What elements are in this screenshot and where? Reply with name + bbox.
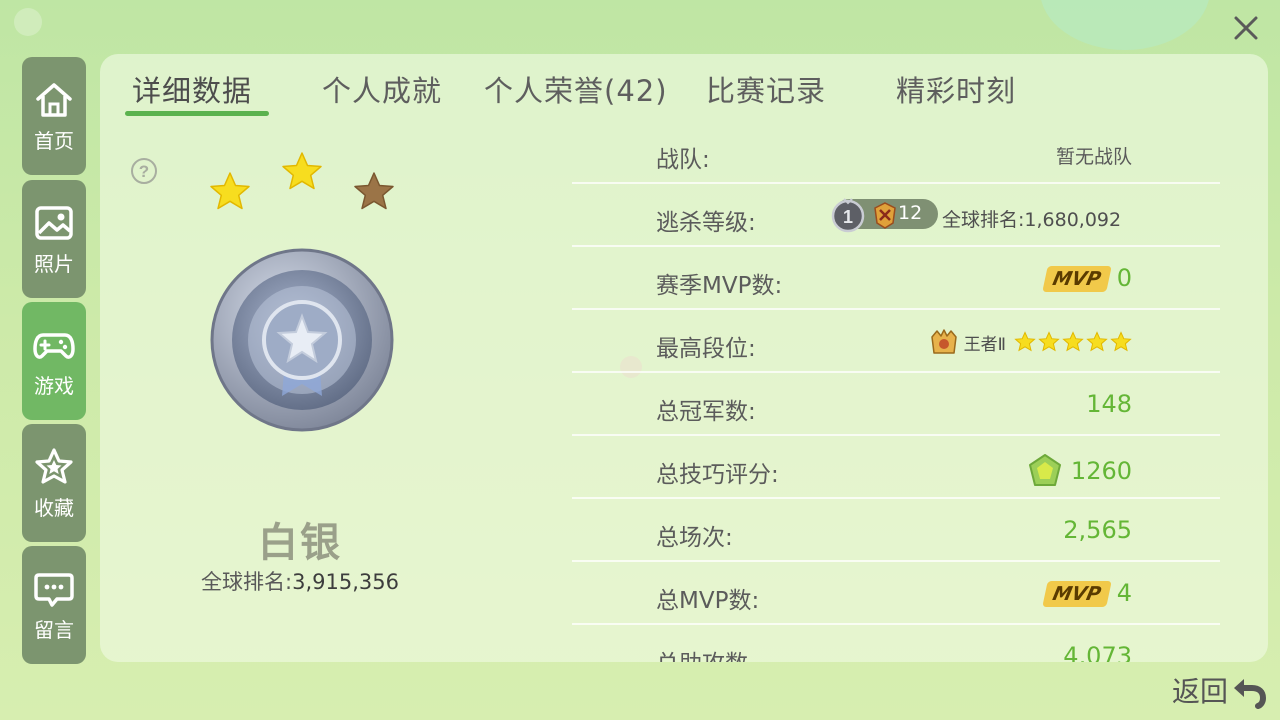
tab-honors[interactable]: 个人荣誉(42) (484, 68, 668, 110)
rank-global-position: 全球排名:3,915,356 (160, 566, 440, 596)
stat-label: 战队: (656, 147, 710, 173)
stat-label: 总场次: (656, 525, 733, 551)
row-divider (572, 497, 1220, 499)
tab-highlights[interactable]: 精彩时刻 (896, 68, 1016, 110)
king-rank-emblem-icon (930, 329, 957, 354)
stat-label: 总助攻数 (656, 644, 748, 662)
rank-mini-star-icon (1086, 331, 1108, 352)
mvp-badge: MVP (1042, 266, 1112, 292)
stat-label: 总冠军数: (656, 399, 756, 425)
silver-rank-medal-icon (210, 248, 394, 432)
stat-label: 逃杀等级: (656, 210, 756, 236)
rank-star-empty-icon (354, 172, 394, 210)
level-medal-number: 1 (843, 207, 853, 227)
skill-gem-icon (1028, 454, 1061, 486)
nav-item-favorites[interactable]: 收藏 (22, 424, 86, 542)
row-divider (572, 434, 1220, 436)
active-tab-indicator (125, 111, 269, 116)
message-icon (34, 572, 74, 607)
stat-value-wrap: MVP 0 (1042, 264, 1132, 292)
tab-bar: 详细数据 个人成就 个人荣誉(42) 比赛记录 精彩时刻 (100, 54, 1268, 116)
stat-row-championships: 总冠军数: 148 (572, 374, 1220, 436)
stat-row-season-mvp: 赛季MVP数: MVP 0 (572, 248, 1220, 310)
stat-label: 最高段位: (656, 336, 756, 362)
close-button[interactable] (1226, 8, 1266, 48)
help-icon[interactable]: ? (130, 157, 158, 185)
decor-blob (1040, 0, 1210, 50)
stat-row-highest-rank: 最高段位: 王者Ⅱ (572, 311, 1220, 373)
home-icon (36, 82, 72, 117)
decor-blob (14, 8, 42, 36)
rank-mini-star-icon (1038, 331, 1060, 352)
nav-item-games[interactable]: 游戏 (22, 302, 86, 420)
row-divider (572, 371, 1220, 373)
rank-mini-star-icon (1014, 331, 1036, 352)
stat-value-wrap: 1260 (1027, 453, 1132, 489)
rank-global-value: 3,915,356 (292, 570, 399, 594)
profile-panel: 详细数据 个人成就 个人荣誉(42) 比赛记录 精彩时刻 ? 白银 全球排名:3… (100, 54, 1268, 662)
mvp-badge: MVP (1042, 581, 1112, 607)
svg-text:?: ? (139, 162, 149, 181)
stat-label: 总MVP数: (656, 588, 760, 614)
nav-label: 照片 (34, 251, 74, 276)
escape-level-global-rank: 全球排名:1,680,092 (942, 205, 1121, 232)
row-divider (572, 182, 1220, 184)
stat-row-skill-score: 总技巧评分: 1260 (572, 437, 1220, 499)
tab-achievements[interactable]: 个人成就 (322, 68, 442, 110)
nav-item-photos[interactable]: 照片 (22, 180, 86, 298)
nav-item-home[interactable]: 首页 (22, 57, 86, 175)
row-divider (572, 308, 1220, 310)
stat-row-total-mvp: 总MVP数: MVP 4 (572, 563, 1220, 625)
stat-row-assists: 总助攻数 4,073 (572, 626, 1220, 662)
nav-item-messages[interactable]: 留言 (22, 546, 86, 664)
level-badge: 1 12 (831, 198, 938, 233)
stats-list: 战队: 暂无战队 逃杀等级: 1 12 全球排名:1,680,092 赛季MVP… (572, 122, 1220, 662)
close-icon (1234, 16, 1258, 40)
nav-label: 收藏 (34, 495, 74, 520)
stat-value: 4 (1116, 579, 1132, 607)
rank-mini-star-icon (1062, 331, 1084, 352)
row-divider (572, 623, 1220, 625)
stat-value: 148 (1086, 390, 1132, 418)
highest-rank-display: 王者Ⅱ (928, 327, 1132, 357)
gamepad-icon (33, 332, 75, 359)
back-button[interactable]: 返回 (1172, 670, 1268, 710)
stat-value: 4,073 (1063, 642, 1132, 662)
row-divider (572, 245, 1220, 247)
stat-label: 赛季MVP数: (656, 273, 783, 299)
nav-label: 留言 (34, 617, 74, 642)
nav-label: 首页 (34, 128, 74, 153)
stat-row-matches: 总场次: 2,565 (572, 500, 1220, 562)
global-rank-value: 1,680,092 (1024, 209, 1122, 231)
stat-row-escape-level: 逃杀等级: 1 12 全球排名:1,680,092 (572, 185, 1220, 247)
rank-star-filled-icon (282, 152, 322, 190)
stat-label: 总技巧评分: (656, 462, 779, 488)
photo-icon (35, 205, 73, 240)
rank-name: 白银 (258, 520, 342, 566)
global-rank-label: 全球排名: (942, 209, 1025, 231)
back-arrow-icon (1234, 679, 1267, 709)
back-label: 返回 (1172, 675, 1229, 708)
rank-mini-star-icon (1110, 331, 1132, 352)
stat-value-wrap: MVP 4 (1042, 579, 1132, 607)
row-divider (572, 560, 1220, 562)
stat-value: 暂无战队 (1055, 146, 1132, 168)
stat-value: 1260 (1070, 457, 1132, 485)
level-number: 12 (898, 202, 923, 224)
rank-global-label: 全球排名: (201, 570, 293, 594)
level-emblem-icon (874, 202, 896, 229)
level-medal-icon: 1 (831, 198, 865, 233)
stat-value: 0 (1116, 264, 1132, 292)
nav-label: 游戏 (34, 373, 74, 398)
tab-match-records[interactable]: 比赛记录 (706, 68, 826, 110)
tab-detailed-data[interactable]: 详细数据 (132, 68, 252, 110)
stat-value: 2,565 (1063, 516, 1132, 544)
star-bookmark-icon (35, 447, 73, 484)
rank-star-filled-icon (210, 172, 250, 210)
highest-rank-name: 王者Ⅱ (963, 334, 1006, 355)
stat-row-team: 战队: 暂无战队 (572, 122, 1220, 184)
